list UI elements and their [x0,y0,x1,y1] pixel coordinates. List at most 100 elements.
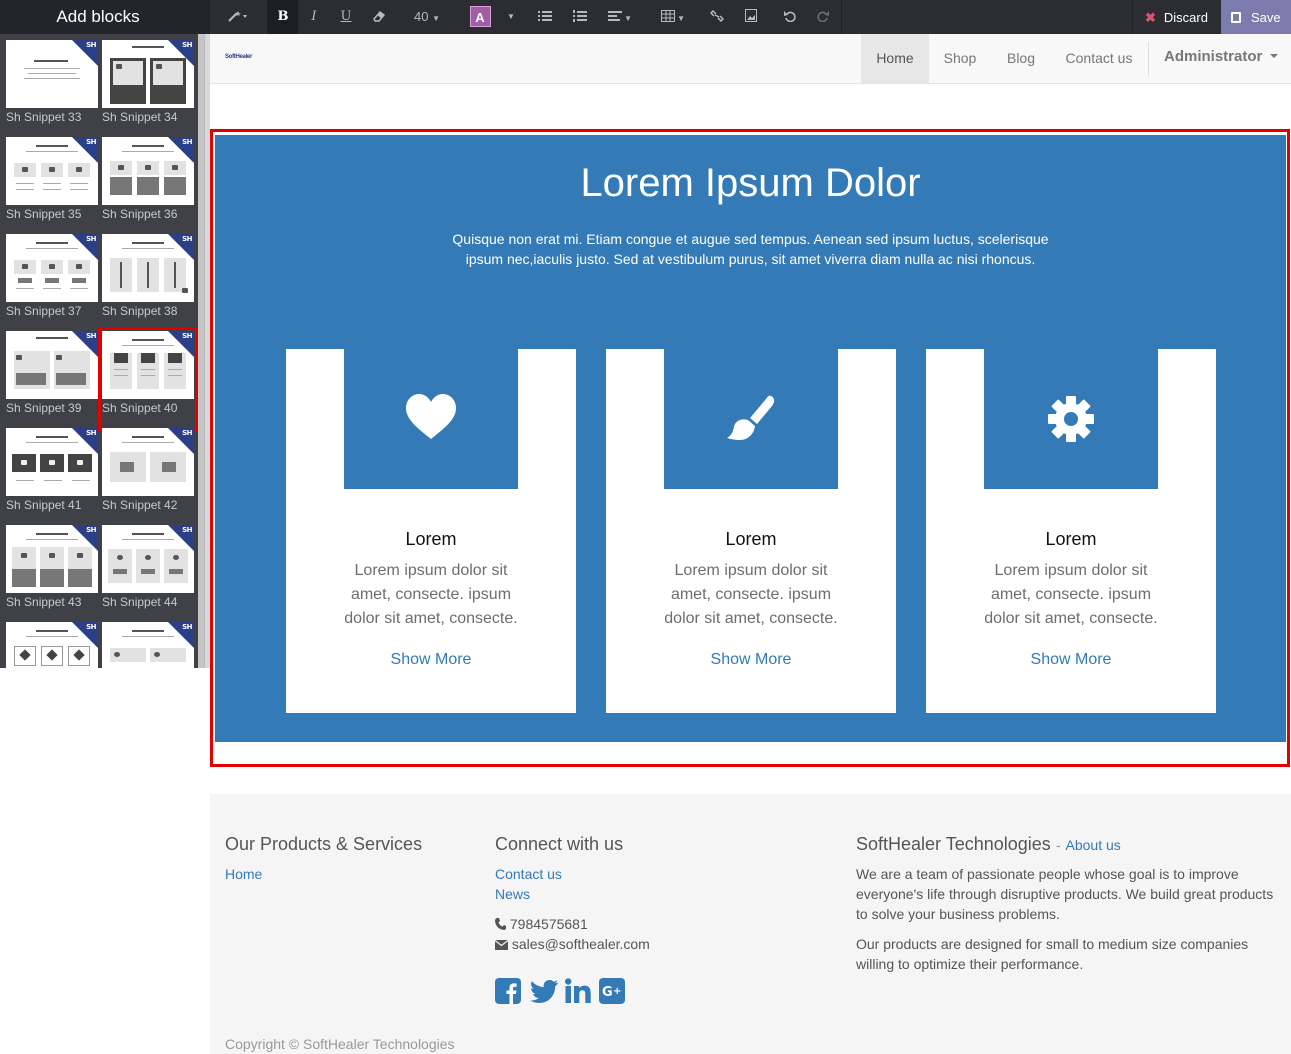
caret-down-icon [1270,54,1279,58]
close-icon: ✖ [1145,10,1156,25]
feature-card[interactable]: Lorem Lorem ipsum dolor sit amet, consec… [606,349,896,713]
snippet-label: Sh Snippet 44 [102,595,178,609]
nav-shop[interactable]: Shop [929,34,991,83]
snippet-45[interactable]: SH [6,622,98,668]
snippet-34[interactable]: SH Sh Snippet 34 [102,40,194,137]
snippet-37[interactable]: SH Sh Snippet 37 [6,234,98,331]
snippet-label: Sh Snippet 39 [6,401,82,415]
save-button[interactable]: Save [1221,0,1291,34]
snippet-43[interactable]: SH Sh Snippet 43 [6,525,98,622]
snippet-44[interactable]: SH Sh Snippet 44 [102,525,194,622]
sh-badge: SH [182,138,192,146]
footer-link-news[interactable]: News [495,886,530,902]
svg-text:G: G [602,985,613,1000]
google-plus-icon[interactable]: G + [599,978,625,1004]
feature-card[interactable]: Lorem Lorem ipsum dolor sit amet, consec… [926,349,1216,713]
magic-wand-dropdown[interactable] [222,0,254,34]
sh-badge: SH [182,526,192,534]
facebook-icon[interactable] [495,978,521,1004]
link-button[interactable] [705,0,729,34]
hero-text[interactable]: Quisque non erat mi. Etiam congue et aug… [440,229,1061,269]
twitter-icon[interactable] [530,978,558,1004]
undo-button[interactable] [778,0,802,34]
show-more-link[interactable]: Show More [286,651,576,669]
link-icon [709,9,725,23]
sh-badge: SH [182,41,192,49]
italic-button[interactable]: I [300,0,328,34]
snippet-46[interactable]: SH [102,622,194,668]
snippet-label: Sh Snippet 41 [6,498,82,512]
snippet-list: SH Sh Snippet 33 SH Sh Snippet 34 SH Sh … [0,34,198,668]
add-blocks-sidebar: Add blocks SH Sh Snippet 33 SH Sh Snippe… [0,0,210,668]
discard-button[interactable]: ✖ Discard [1132,0,1221,34]
sh-badge: SH [86,429,96,437]
table-dropdown[interactable]: ▼ [656,0,690,34]
snippet-38[interactable]: SH Sh Snippet 38 [102,234,194,331]
email-address[interactable]: sales@softhealer.com [512,936,650,952]
text-color-dropdown[interactable]: ▼ [502,0,520,34]
snippet-label: Sh Snippet 36 [102,207,178,221]
about-text-2: Our products are designed for small to m… [856,936,1249,972]
nav-blog[interactable]: Blog [991,34,1051,83]
snippet-42[interactable]: SH Sh Snippet 42 [102,428,194,525]
envelope-icon [494,940,509,950]
nav-contact-us[interactable]: Contact us [1051,34,1147,83]
snippet-39[interactable]: SH Sh Snippet 39 [6,331,98,428]
connect-heading: Connect with us [495,834,624,854]
card-text: Lorem ipsum dolor sit amet, consecte. ip… [664,562,838,627]
site-logo[interactable]: SoftHealer [225,54,252,60]
show-more-link[interactable]: Show More [926,651,1216,669]
nav-divider [1148,42,1149,76]
eraser-button[interactable] [365,0,393,34]
sh-badge: SH [86,41,96,49]
snippet-33[interactable]: SH Sh Snippet 33 [6,40,98,137]
font-size-dropdown[interactable]: 40 ▼ [407,0,447,34]
snippet-41[interactable]: SH Sh Snippet 41 [6,428,98,525]
sidebar-scrollbar[interactable] [198,34,210,668]
paragraph-align-dropdown[interactable]: ▼ [603,0,637,34]
hero-title[interactable]: Lorem Ipsum Dolor [215,161,1286,206]
numbered-list-button[interactable] [568,0,592,34]
bullet-list-icon [538,11,552,21]
snippet-label: Sh Snippet 42 [102,498,178,512]
snippet-35[interactable]: SH Sh Snippet 35 [6,137,98,234]
sh-badge: SH [86,138,96,146]
phone-icon [495,918,506,930]
company-heading-line: SoftHealer Technologies - About us [856,834,1121,854]
magic-wand-icon [228,11,247,22]
nav-home[interactable]: Home [861,34,929,83]
site-navbar: SoftHealer Home Shop Blog Contact us Adm… [210,34,1291,84]
redo-button[interactable] [811,0,835,34]
user-menu[interactable]: Administrator [1164,34,1279,83]
underline-button[interactable]: U [332,0,360,34]
copyright: Copyright © SoftHealer Technologies [225,1036,455,1052]
bold-button[interactable]: B [268,0,298,34]
svg-text:+: + [613,986,621,997]
about-us-link[interactable]: About us [1066,837,1121,853]
snippet-label: Sh Snippet 40 [102,401,178,415]
card-title: Lorem [405,529,457,549]
hero-section[interactable]: Lorem Ipsum Dolor Quisque non erat mi. E… [215,135,1286,742]
footer-link-contact-us[interactable]: Contact us [495,866,562,882]
sh-badge: SH [86,235,96,243]
site-footer: Our Products & Services Home Connect wit… [210,794,1291,1054]
sh-badge: SH [182,429,192,437]
card-title: Lorem [1045,529,1097,549]
show-more-link[interactable]: Show More [606,651,896,669]
bullet-list-button[interactable] [533,0,557,34]
floppy-disk-icon [1231,12,1241,23]
footer-link-home[interactable]: Home [225,866,262,882]
email-line: sales@softhealer.com [494,934,650,954]
text-color-button[interactable]: A [468,0,492,34]
scrollbar-thumb[interactable] [198,34,205,668]
about-text-1: We are a team of passionate people whose… [856,866,1274,922]
sh-badge: SH [86,623,96,631]
table-icon [660,10,675,22]
save-label: Save [1251,10,1281,25]
linkedin-icon[interactable] [565,978,591,1004]
discard-label: Discard [1163,10,1208,25]
snippet-36[interactable]: SH Sh Snippet 36 [102,137,194,234]
snippet-40[interactable]: SH Sh Snippet 40 [98,327,198,432]
image-button[interactable] [739,0,763,34]
feature-card[interactable]: Lorem Lorem ipsum dolor sit amet, consec… [286,349,576,713]
